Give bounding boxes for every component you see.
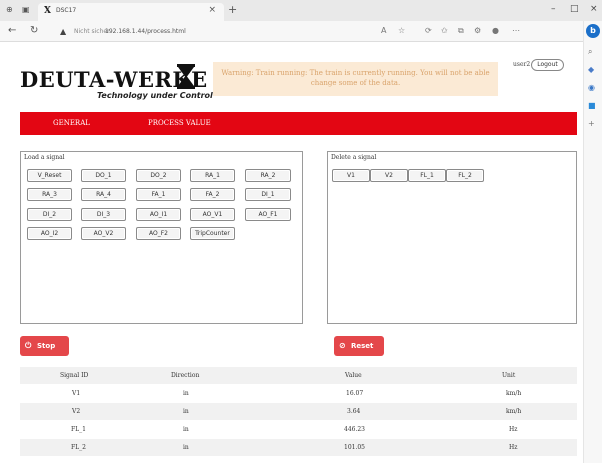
collections-icon[interactable]: ⧉ [458,26,464,36]
stop-button[interactable]: ⏻ Stop [20,336,69,356]
warning-triangle-icon[interactable]: ▲ [60,27,66,36]
load-signal-title: Load a signal [24,154,65,161]
load-signal-button[interactable]: DI_2 [27,208,72,221]
hourglass-logo-icon [177,64,195,89]
column-header: Direction [171,372,200,379]
tab-close-icon[interactable]: × [208,5,216,15]
load-signal-button[interactable]: RA_4 [81,188,126,201]
signal-id-cell: V1 [72,390,81,397]
office-icon[interactable]: ◉ [588,83,595,92]
signal-id-cell: FL_1 [71,426,86,433]
table-row: V2 in 3.64 km/h [20,403,577,420]
delete-signal-button[interactable]: FL_1 [408,169,446,182]
reset-icon: ⊘ [339,341,346,350]
browser-tab-bar: ⊕ ▣ X DSC17 × + – □ × [0,0,602,21]
train-running-warning: Warning: Train running: The train is cur… [213,62,498,96]
load-signal-button[interactable]: DI_3 [81,208,126,221]
tab-actions-icon[interactable]: ▣ [22,5,30,14]
table-row: V1 in 16.07 km/h [20,385,577,402]
profile-icon[interactable]: ⊕ [6,5,13,14]
favicon-icon: X [44,6,51,16]
load-signal-button[interactable]: TripCounter [190,227,235,240]
load-signal-button[interactable]: DI_1 [245,188,291,201]
table-header-row: Signal ID Direction Value Unit [20,367,577,384]
tag-icon[interactable]: ◆ [588,65,594,74]
unit-cell: km/h [506,408,522,415]
read-aloud-icon[interactable]: A [381,26,386,35]
outlook-icon[interactable]: ■ [588,101,596,110]
column-header: Value [345,372,362,379]
maximize-icon[interactable]: □ [570,4,579,14]
load-signal-button[interactable]: AO_F1 [245,208,291,221]
delete-signal-button[interactable]: V1 [332,169,370,182]
load-signal-button[interactable]: FA_1 [136,188,181,201]
reload-icon[interactable]: ↻ [30,25,38,36]
tab-title: DSC17 [56,7,77,14]
favorites-bar-icon[interactable]: ✩ [441,26,448,35]
delete-signal-panel: Delete a signal V1 V2 FL_1 FL_2 [327,151,577,324]
load-signal-button[interactable]: AO_F2 [136,227,181,240]
load-signal-panel: Load a signal V_Reset DO_1 DO_2 RA_1 RA_… [20,151,303,324]
back-icon[interactable]: ← [8,25,16,36]
load-signal-button[interactable]: RA_3 [27,188,72,201]
table-row: FL_1 in 446.23 Hz [20,421,577,438]
reset-label: Reset [351,342,374,350]
profile-avatar-icon[interactable]: ● [492,26,499,35]
load-signal-button[interactable]: AO_V1 [190,208,235,221]
reset-button[interactable]: ⊘ Reset [334,336,384,356]
signal-id-cell: FL_2 [71,444,86,451]
add-sidebar-icon[interactable]: + [588,119,595,128]
column-header: Signal ID [60,372,89,379]
value-cell: 101.05 [344,444,365,451]
load-signal-button[interactable]: AO_I1 [136,208,181,221]
search-icon[interactable]: ⌕ [588,47,592,57]
delete-signal-button[interactable]: V2 [370,169,408,182]
load-signal-button[interactable]: AO_V2 [81,227,126,240]
load-signal-button[interactable]: DO_2 [136,169,181,182]
browser-sidebar: b ⌕ ◆ ◉ ■ + [583,21,602,463]
load-signal-button[interactable]: RA_1 [190,169,235,182]
load-signal-button[interactable]: DO_1 [81,169,126,182]
direction-cell: in [183,390,189,397]
browser-tab[interactable]: X DSC17 × [38,3,224,21]
load-signal-button[interactable]: V_Reset [27,169,72,182]
brand-tagline: Technology under Control [97,91,213,100]
power-icon: ⏻ [25,341,32,350]
direction-cell: in [183,426,189,433]
bing-icon[interactable]: b [586,24,600,38]
load-signal-button[interactable]: FA_2 [190,188,235,201]
menu-general[interactable]: GENERAL [53,119,90,127]
menu-process-value[interactable]: PROCESS VALUE [148,119,211,127]
user-name: user2 [513,61,531,68]
load-signal-button[interactable]: AO_I2 [27,227,72,240]
logout-button[interactable]: Logout [531,59,564,71]
more-menu-icon[interactable]: ⋯ [512,26,520,35]
direction-cell: in [183,444,189,451]
value-cell: 3.64 [347,408,361,415]
stop-label: Stop [37,342,56,350]
value-cell: 16.07 [346,390,364,397]
new-tab-icon[interactable]: + [228,3,237,16]
refresh-extension-icon[interactable]: ⟳ [425,26,432,35]
browser-address-bar: ← ↻ ▲ Nicht sicher 192.168.1.44/process.… [0,21,602,42]
main-menu: GENERAL PROCESS VALUE [20,112,577,135]
close-window-icon[interactable]: × [590,4,598,14]
delete-signal-button[interactable]: FL_2 [446,169,484,182]
favorite-star-icon[interactable]: ☆ [398,26,405,35]
delete-signal-title: Delete a signal [331,154,377,161]
extensions-icon[interactable]: ⚙ [474,26,481,35]
column-header: Unit [502,372,516,379]
unit-cell: Hz [509,444,518,451]
direction-cell: in [183,408,189,415]
value-cell: 446.23 [344,426,365,433]
url-field[interactable]: 192.168.1.44/process.html [105,28,186,35]
unit-cell: km/h [506,390,522,397]
load-signal-button[interactable]: RA_2 [245,169,291,182]
minimize-icon[interactable]: – [551,4,556,14]
signal-id-cell: V2 [72,408,81,415]
unit-cell: Hz [509,426,518,433]
table-row: FL_2 in 101.05 Hz [20,439,577,456]
